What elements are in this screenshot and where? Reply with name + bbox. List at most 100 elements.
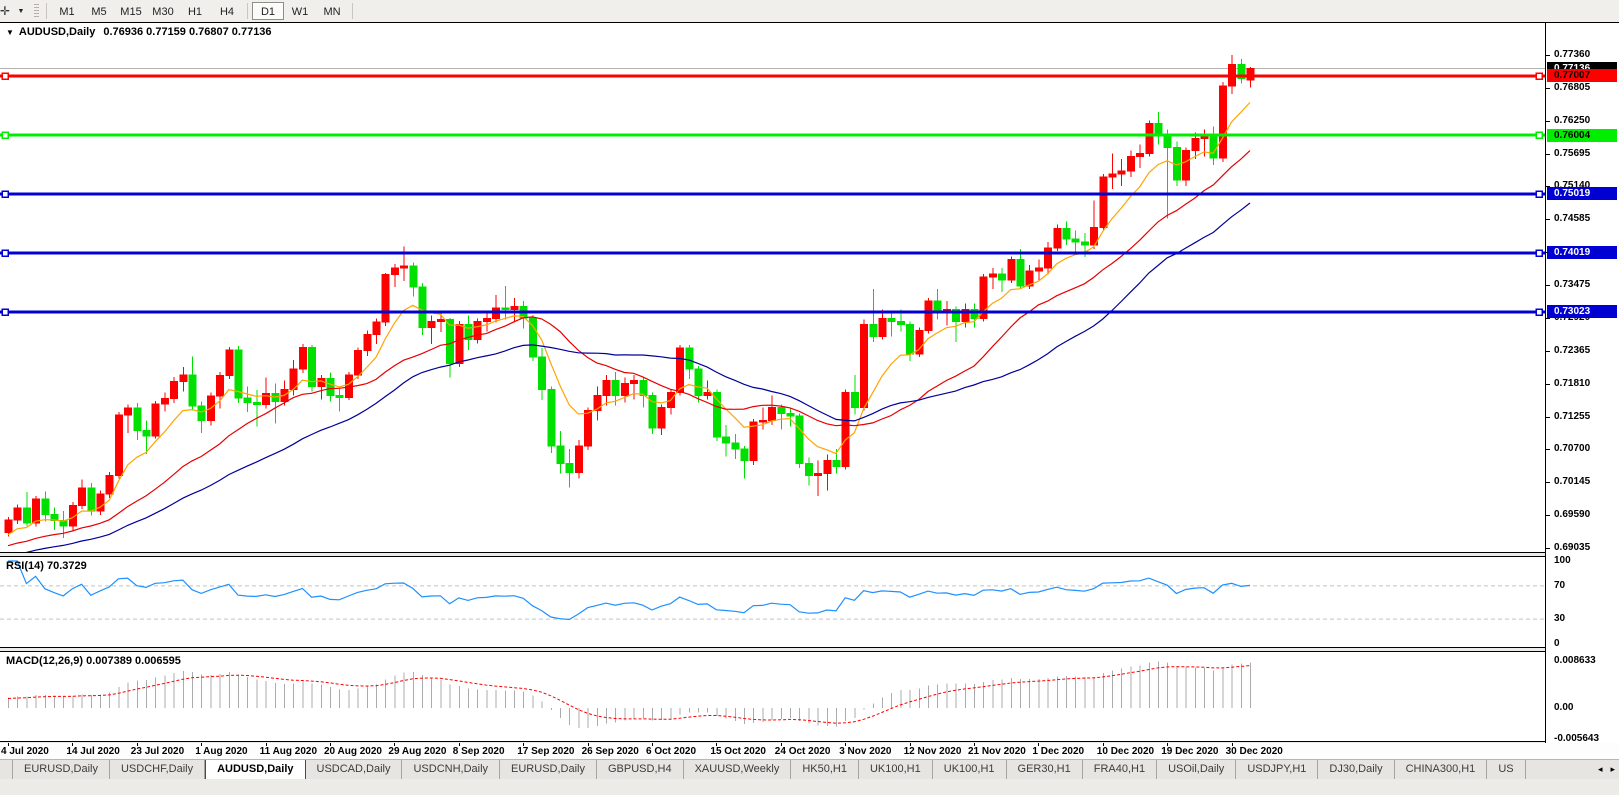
timeframe-button-m1[interactable]: M1 [51,2,83,20]
tab-eurusd-daily[interactable]: EURUSD,Daily [500,760,597,779]
price-tick-label: 0.70700 [1554,443,1590,455]
rsi-axis-label: 70 [1554,580,1565,592]
date-label: 6 Oct 2020 [646,746,696,757]
tab-usdjpy-h1[interactable]: USDJPY,H1 [1236,760,1318,779]
hline-handle[interactable] [2,132,8,138]
tab-gbpusd-h4[interactable]: GBPUSD,H4 [597,760,684,779]
price-axis-tick [1546,285,1550,286]
price-tick-label: 0.74585 [1554,213,1590,225]
tab-audusd-daily[interactable]: AUDUSD,Daily [205,759,305,779]
date-label: 15 Oct 2020 [710,746,766,757]
price-axis-tick [1546,449,1550,450]
hline-handle[interactable] [1536,132,1542,138]
rsi-chart-canvas[interactable] [0,557,1546,647]
tab-fra40-h1[interactable]: FRA40,H1 [1083,760,1157,779]
hline-handle[interactable] [1536,309,1542,315]
tab-usdchf-daily[interactable]: USDCHF,Daily [110,760,205,779]
timeframe-button-d1[interactable]: D1 [252,2,284,20]
price-axis-tick [1546,88,1550,89]
rsi-axis-label: 30 [1554,613,1565,625]
macd-histogram [9,662,1251,728]
tab-usoil-daily[interactable]: USOil,Daily [1157,760,1236,779]
tab-hk50-h1[interactable]: HK50,H1 [791,760,859,779]
macd-axis-label: 0.00 [1554,702,1573,714]
rsi-axis-label: 0 [1554,638,1560,650]
crosshair-cursor-icon[interactable]: ✛ [0,3,14,19]
date-label: 4 Jul 2020 [1,746,49,757]
price-tick-label: 0.76805 [1554,82,1590,94]
rsi-axis-label: 100 [1554,555,1571,567]
panel-resize-divider[interactable] [0,647,1619,652]
price-axis-tick [1546,219,1550,220]
collapse-chart-icon[interactable]: ▼ [6,28,14,37]
price-tick-label: 0.69035 [1554,542,1590,554]
date-label: 17 Sep 2020 [517,746,574,757]
tab-usdcnh-daily[interactable]: USDCNH,Daily [402,760,500,779]
macd-chart-canvas[interactable] [0,652,1546,743]
timeframe-button-w1[interactable]: W1 [284,2,316,20]
date-label: 14 Jul 2020 [66,746,119,757]
hline-handle[interactable] [1536,250,1542,256]
panel-resize-divider[interactable] [0,552,1619,557]
macd-signal-line [8,666,1250,724]
tab-scroll-buttons: ◂▸ [1594,759,1619,779]
tab-ger30-h1[interactable]: GER30,H1 [1007,760,1083,779]
ma-line-20[interactable] [8,151,1250,546]
tab-scroll-right-icon[interactable]: ▸ [1606,764,1619,775]
hline-handle[interactable] [1536,73,1542,79]
tab-eurusd-daily[interactable]: EURUSD,Daily [12,760,110,779]
hline-handle[interactable] [2,191,8,197]
date-label: 1 Dec 2020 [1032,746,1084,757]
tab-us[interactable]: US [1487,760,1525,779]
chart-window[interactable]: ▼ AUDUSD,Daily 0.76936 0.77159 0.76807 0… [0,22,1619,742]
price-axis-tick [1546,482,1550,483]
price-box-0.76004: 0.76004 [1547,129,1617,142]
price-tick-label: 0.73475 [1554,279,1590,291]
price-axis-tick [1546,154,1550,155]
date-axis[interactable]: 4 Jul 202014 Jul 202023 Jul 20201 Aug 20… [0,743,1619,759]
date-label: 24 Oct 2020 [775,746,831,757]
timeframe-button-mn[interactable]: MN [316,2,348,20]
tab-scroll-left-icon[interactable]: ◂ [1594,764,1607,775]
tab-uk100-h1[interactable]: UK100,H1 [859,760,933,779]
price-tick-label: 0.70145 [1554,476,1590,488]
price-tick-label: 0.76250 [1554,115,1590,127]
horizontal-level-lines [0,73,1545,315]
hline-handle[interactable] [1536,191,1542,197]
toolbar-grip[interactable] [34,4,39,18]
timeframe-button-h4[interactable]: H4 [211,2,243,20]
toolbar-separator [46,3,47,19]
main-chart-canvas[interactable] [0,23,1546,552]
tab-uk100-h1[interactable]: UK100,H1 [933,760,1007,779]
hline-handle[interactable] [2,250,8,256]
timeframe-button-h1[interactable]: H1 [179,2,211,20]
moving-average-lines [8,103,1250,553]
price-axis-tick [1546,121,1550,122]
hline-handle[interactable] [2,73,8,79]
price-tick-label: 0.71255 [1554,411,1590,423]
price-tick-label: 0.69590 [1554,509,1590,521]
tab-xauusd-weekly[interactable]: XAUUSD,Weekly [684,760,792,779]
hline-handle[interactable] [2,309,8,315]
price-axis-tick [1546,351,1550,352]
date-label: 30 Dec 2020 [1226,746,1283,757]
ma-line-8[interactable] [8,103,1250,535]
price-tick-label: 0.71810 [1554,378,1590,390]
timeframe-button-m15[interactable]: M15 [115,2,147,20]
rsi-line [8,561,1250,620]
toolbar-separator [352,3,353,19]
price-tick-label: 0.72365 [1554,345,1590,357]
price-box-0.77007: 0.77007 [1547,69,1617,82]
price-tick-label: 0.75695 [1554,148,1590,160]
tab-usdcad-daily[interactable]: USDCAD,Daily [306,760,403,779]
mt4-terminal: { "toolbar": { "cursor_tool_icon": "cros… [0,0,1619,795]
date-label: 21 Nov 2020 [968,746,1026,757]
status-strip [0,779,1619,795]
timeframe-button-m5[interactable]: M5 [83,2,115,20]
tab-china300-h1[interactable]: CHINA300,H1 [1395,760,1488,779]
timeframe-button-m30[interactable]: M30 [147,2,179,20]
macd-indicator-label: MACD(12,26,9) 0.007389 0.006595 [6,655,181,667]
price-axis[interactable]: 0.773600.768050.762500.756950.751400.745… [1545,23,1619,743]
tab-dj30-daily[interactable]: DJ30,Daily [1318,760,1394,779]
cursor-tool-dropdown-caret[interactable]: ▼ [14,8,28,15]
